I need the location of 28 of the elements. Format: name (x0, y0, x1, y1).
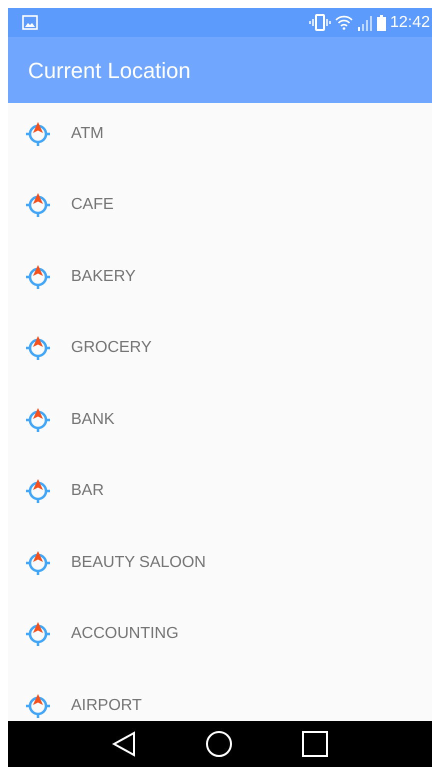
home-icon[interactable] (204, 730, 233, 758)
place-item[interactable]: BANK (8, 384, 432, 456)
back-icon[interactable] (112, 731, 136, 757)
compass-icon (25, 335, 51, 362)
compass-icon (25, 120, 51, 147)
place-item[interactable]: AIRPORT (8, 670, 432, 721)
place-item[interactable]: BAKERY (8, 241, 432, 312)
compass-icon (25, 550, 51, 576)
image-icon (22, 15, 38, 30)
signal-icon (356, 14, 373, 30)
clock-time: 12:42 (390, 12, 430, 32)
app-title: Current Location (28, 56, 191, 84)
compass-icon (25, 406, 51, 433)
place-item[interactable]: ATM (8, 98, 432, 170)
vibrate-icon (308, 14, 331, 31)
place-item[interactable]: BAR (8, 456, 432, 527)
battery-icon (376, 14, 386, 30)
wifi-icon (334, 15, 353, 30)
place-item[interactable]: CAFE (8, 170, 432, 241)
compass-icon (25, 478, 51, 504)
compass-icon (25, 621, 51, 648)
compass-icon (25, 192, 51, 218)
place-item[interactable]: ACCOUNTING (8, 598, 432, 670)
place-item[interactable]: GROCERY (8, 312, 432, 384)
place-item[interactable]: BEAUTY SALOON (8, 527, 432, 598)
compass-icon (25, 692, 51, 719)
compass-icon (25, 264, 51, 290)
overview-icon[interactable] (302, 731, 328, 757)
